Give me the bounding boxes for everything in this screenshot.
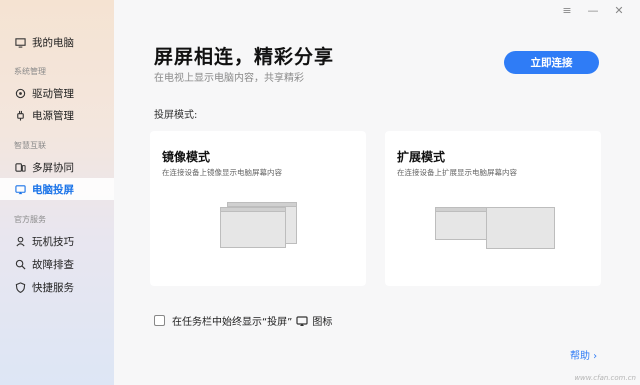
sidebar-section-system: 系统管理 xyxy=(14,67,46,76)
sidebar-item-label: 电源管理 xyxy=(32,109,74,122)
sidebar-item-label: 故障排查 xyxy=(32,258,74,271)
page-subtitle: 在电视上显示电脑内容，共享精彩 xyxy=(154,73,304,84)
sidebar-item-label: 我的电脑 xyxy=(32,36,74,49)
menu-icon[interactable]: ≡ xyxy=(560,4,574,17)
sidebar-item-multiscreen[interactable]: 多屏协同 xyxy=(0,156,114,178)
gamepad-icon xyxy=(14,235,26,247)
sidebar-item-label: 电脑投屏 xyxy=(32,183,74,196)
sidebar-item-driver[interactable]: 驱动管理 xyxy=(0,82,114,104)
driver-icon xyxy=(14,87,26,99)
monitor-icon xyxy=(14,36,26,48)
shield-icon xyxy=(14,281,26,293)
sidebar-item-label: 多屏协同 xyxy=(32,161,74,174)
taskbar-option-suffix: 图标 xyxy=(312,317,333,328)
sidebar-item-label: 快捷服务 xyxy=(32,281,74,294)
power-plug-icon xyxy=(14,109,26,121)
multiscreen-icon xyxy=(14,161,26,173)
sidebar-item-pc-cast[interactable]: 电脑投屏 xyxy=(0,178,114,200)
mirror-mode-title: 镜像模式 xyxy=(162,150,211,164)
sidebar-item-tips[interactable]: 玩机技巧 xyxy=(0,230,114,252)
cast-screen-icon xyxy=(14,183,26,195)
extend-screen-secondary-illustration xyxy=(486,207,555,249)
extend-screen-main-illustration xyxy=(435,207,488,240)
extend-mode-title: 扩展模式 xyxy=(397,150,446,164)
search-icon xyxy=(14,258,26,270)
mirror-mode-desc: 在连接设备上镜像显示电脑屏幕内容 xyxy=(162,168,282,177)
sidebar-item-troubleshoot[interactable]: 故障排查 xyxy=(0,253,114,275)
close-icon[interactable]: ✕ xyxy=(612,4,626,17)
cast-mode-label: 投屏模式: xyxy=(154,110,198,121)
sidebar-item-label: 驱动管理 xyxy=(32,87,74,100)
help-link[interactable]: 帮助 › xyxy=(570,347,597,362)
minimize-icon[interactable]: — xyxy=(586,4,600,17)
taskbar-checkbox[interactable] xyxy=(154,315,165,326)
sidebar-item-power[interactable]: 电源管理 xyxy=(0,104,114,126)
sidebar: 我的电脑 系统管理 驱动管理 电源管理 智慧互联 多屏协同 电脑投屏 官方服务 … xyxy=(0,0,114,385)
mirror-mode-card[interactable]: 镜像模式 在连接设备上镜像显示电脑屏幕内容 xyxy=(150,131,366,286)
connect-now-button[interactable]: 立即连接 xyxy=(504,51,599,74)
sidebar-item-quick-service[interactable]: 快捷服务 xyxy=(0,276,114,298)
extend-mode-card[interactable]: 扩展模式 在连接设备上扩展显示电脑屏幕内容 xyxy=(385,131,601,286)
main-panel: ≡ — ✕ 屏屏相连，精彩分享 在电视上显示电脑内容，共享精彩 立即连接 投屏模… xyxy=(114,0,640,385)
mirror-screen-front-illustration xyxy=(220,207,286,248)
page-title: 屏屏相连，精彩分享 xyxy=(154,46,335,68)
sidebar-item-label: 玩机技巧 xyxy=(32,235,74,248)
sidebar-section-service: 官方服务 xyxy=(14,215,46,224)
taskbar-option[interactable]: 在任务栏中始终显示“投屏” 图标 xyxy=(154,313,332,328)
cast-screen-icon xyxy=(296,315,308,327)
sidebar-section-smart: 智慧互联 xyxy=(14,141,46,150)
watermark: www.cfan.com.cn xyxy=(574,374,636,382)
sidebar-item-my-pc[interactable]: 我的电脑 xyxy=(0,31,114,53)
taskbar-option-label: 在任务栏中始终显示“投屏” xyxy=(172,317,293,328)
extend-mode-desc: 在连接设备上扩展显示电脑屏幕内容 xyxy=(397,168,517,177)
